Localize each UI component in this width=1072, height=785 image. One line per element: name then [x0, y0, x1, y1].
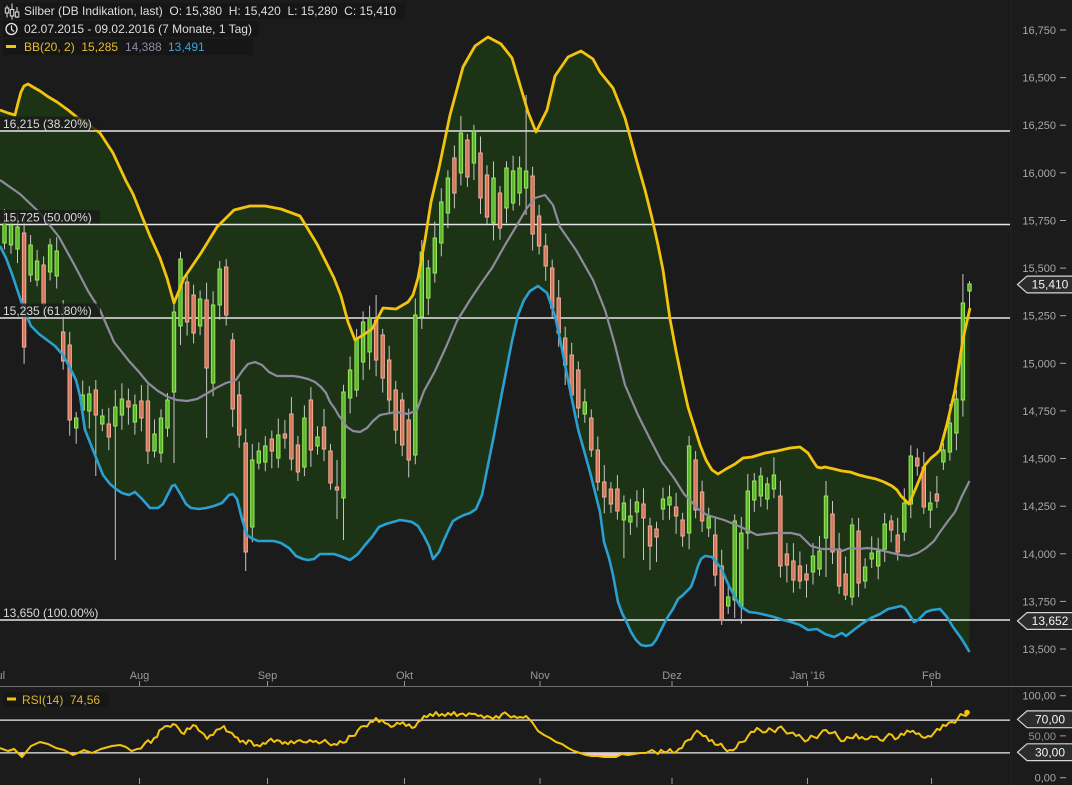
- svg-text:BB(20, 2) 15,285: BB(20, 2) 15,285: [24, 40, 118, 54]
- svg-text:13,650 (100.00%): 13,650 (100.00%): [3, 606, 98, 620]
- svg-text:15,000: 15,000: [1022, 358, 1056, 370]
- svg-text:Sep: Sep: [258, 670, 278, 682]
- svg-text:16,000: 16,000: [1022, 168, 1056, 180]
- svg-text:14,750: 14,750: [1022, 406, 1056, 418]
- svg-text:Jan '16: Jan '16: [790, 670, 825, 682]
- svg-text:0,00: 0,00: [1035, 773, 1056, 785]
- svg-text:RSI(14) 74,56: RSI(14) 74,56: [22, 693, 100, 707]
- svg-text:13,491: 13,491: [168, 40, 205, 54]
- svg-text:70,00: 70,00: [1035, 713, 1065, 727]
- svg-text:15,750: 15,750: [1022, 216, 1056, 228]
- svg-text:30,00: 30,00: [1035, 745, 1065, 759]
- svg-text:Jul: Jul: [0, 670, 5, 682]
- svg-text:Feb: Feb: [922, 670, 941, 682]
- svg-text:15,250: 15,250: [1022, 311, 1056, 323]
- svg-text:02.07.2015 - 09.02.2016 (7 Mon: 02.07.2015 - 09.02.2016 (7 Monate, 1 Tag…: [24, 22, 252, 36]
- svg-text:100,00: 100,00: [1022, 691, 1056, 703]
- svg-text:13,750: 13,750: [1022, 596, 1056, 608]
- svg-text:14,388: 14,388: [125, 40, 162, 54]
- svg-text:15,410: 15,410: [1032, 278, 1069, 292]
- svg-text:Okt: Okt: [396, 670, 413, 682]
- svg-text:Silber (DB Indikation, last): Silber (DB Indikation, last) O: 15,380 H…: [24, 4, 397, 18]
- svg-text:16,250: 16,250: [1022, 120, 1056, 132]
- svg-text:13,652: 13,652: [1032, 614, 1069, 628]
- svg-text:50,00: 50,00: [1028, 731, 1056, 743]
- svg-text:14,500: 14,500: [1022, 454, 1056, 466]
- svg-text:16,215 (38.20%): 16,215 (38.20%): [3, 117, 92, 131]
- svg-text:16,500: 16,500: [1022, 73, 1056, 85]
- svg-text:16,750: 16,750: [1022, 25, 1056, 37]
- svg-text:15,235 (61.80%): 15,235 (61.80%): [3, 304, 92, 318]
- svg-text:Nov: Nov: [530, 670, 550, 682]
- svg-text:13,500: 13,500: [1022, 644, 1056, 656]
- svg-text:15,725 (50.00%): 15,725 (50.00%): [3, 211, 92, 225]
- svg-text:14,000: 14,000: [1022, 549, 1056, 561]
- svg-text:Aug: Aug: [130, 670, 150, 682]
- svg-text:15,500: 15,500: [1022, 263, 1056, 275]
- svg-text:14,250: 14,250: [1022, 501, 1056, 513]
- svg-text:Dez: Dez: [662, 670, 682, 682]
